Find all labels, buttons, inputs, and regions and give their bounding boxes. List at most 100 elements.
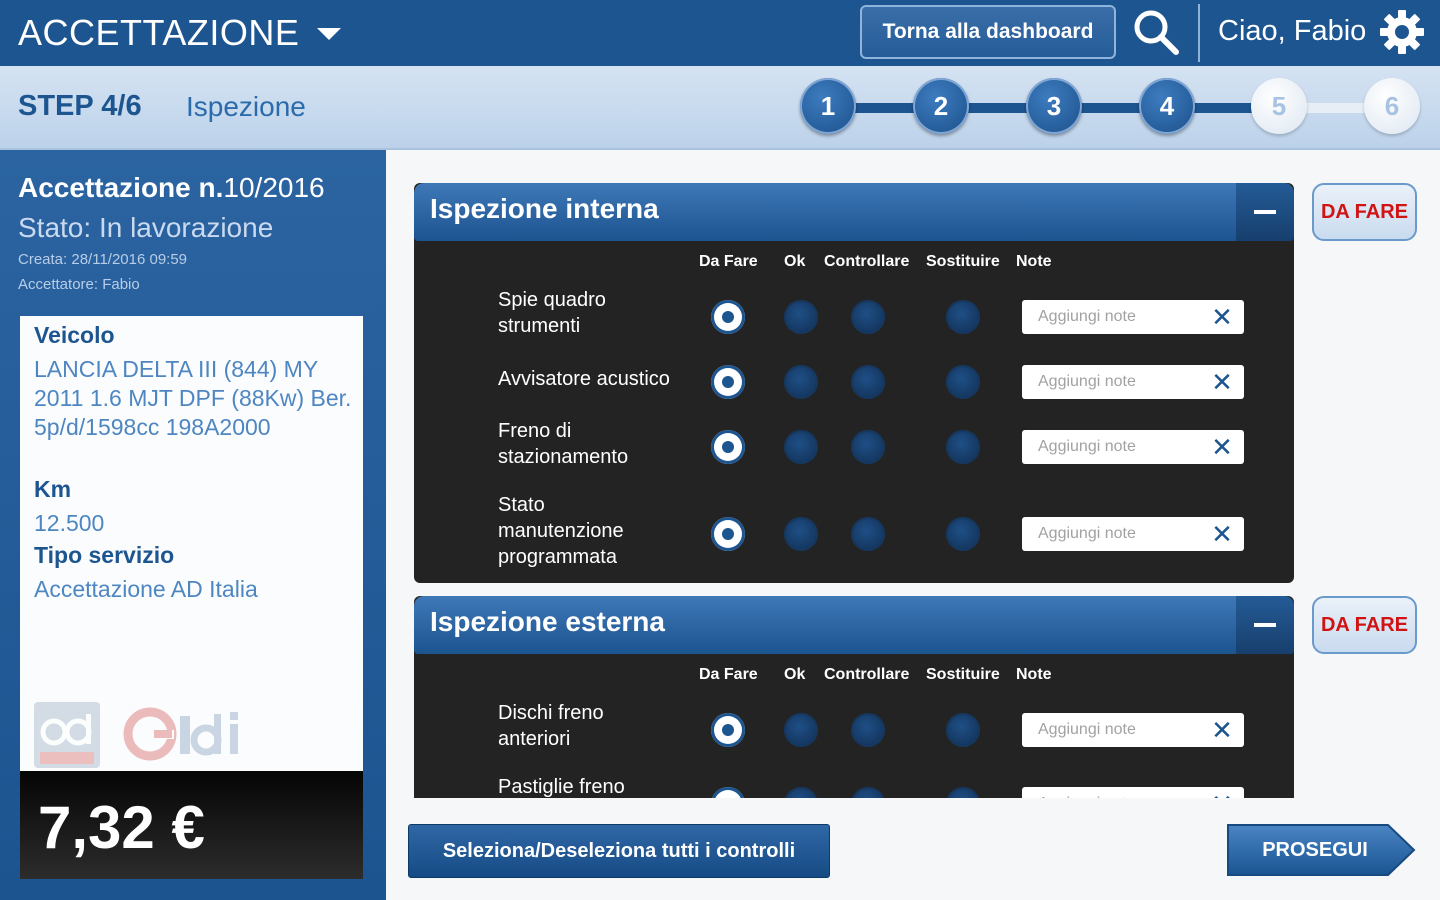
radio-sostituire[interactable] (946, 365, 980, 399)
radio-ok[interactable] (784, 365, 818, 399)
note-field: ✕ (1022, 787, 1244, 798)
close-icon[interactable]: ✕ (1210, 369, 1234, 395)
step-3[interactable]: 3 (1026, 78, 1082, 134)
dashboard-button[interactable]: Torna alla dashboard (860, 5, 1116, 59)
column-header-da-fare: Da Fare (699, 666, 758, 683)
radio-da-fare[interactable] (711, 787, 745, 798)
radio-sostituire[interactable] (946, 787, 980, 798)
app-menu[interactable]: ACCETTAZIONE (18, 12, 342, 54)
step-5[interactable]: 5 (1251, 78, 1307, 134)
proceed-button[interactable]: PROSEGUI (1226, 823, 1416, 877)
partner-logos (34, 702, 238, 768)
step-6[interactable]: 6 (1364, 78, 1420, 134)
close-icon[interactable]: ✕ (1210, 521, 1234, 547)
radio-sostituire[interactable] (946, 300, 980, 334)
user-greeting: Ciao, Fabio (1218, 15, 1367, 47)
main-content: Ispezione interna Da Fare Ok Controllare… (386, 150, 1440, 900)
km-label: Km (34, 476, 72, 502)
inspection-scroll-area[interactable]: Ispezione interna Da Fare Ok Controllare… (414, 183, 1294, 798)
row-label: Spie quadro strumenti (498, 289, 606, 337)
vehicle-label: Veicolo (34, 322, 115, 348)
radio-da-fare[interactable] (711, 713, 745, 747)
step-1[interactable]: 1 (800, 78, 856, 134)
step-4[interactable]: 4 (1139, 78, 1195, 134)
radio-ok[interactable] (784, 787, 818, 798)
acceptance-title-prefix: Accettazione n. (18, 172, 224, 203)
proceed-label: PROSEGUI (1262, 838, 1368, 861)
note-input[interactable] (1022, 300, 1202, 334)
note-field: ✕ (1022, 713, 1244, 747)
minus-icon (1254, 210, 1276, 214)
step-bar: STEP 4/6 Ispezione 1 2 3 4 5 6 (0, 66, 1440, 150)
select-all-button[interactable]: Seleziona/Deseleziona tutti i controlli (408, 824, 830, 878)
service-value: Accettazione AD Italia (34, 576, 258, 602)
divider (1198, 4, 1200, 62)
panel-header: Ispezione interna (414, 183, 1294, 241)
operator-name: Accettatore: Fabio (18, 276, 140, 293)
radio-sostituire[interactable] (946, 517, 980, 551)
row-label: Pastiglie freno (498, 776, 625, 798)
panel-title: Ispezione esterna (430, 606, 665, 637)
note-input[interactable] (1022, 713, 1202, 747)
close-icon[interactable]: ✕ (1210, 304, 1234, 330)
note-field: ✕ (1022, 365, 1244, 399)
note-input[interactable] (1022, 365, 1202, 399)
radio-controllare[interactable] (851, 713, 885, 747)
radio-controllare[interactable] (851, 300, 885, 334)
step-2[interactable]: 2 (913, 78, 969, 134)
km-value: 12.500 (34, 510, 105, 536)
created-date: Creata: 28/11/2016 09:59 (18, 251, 188, 268)
top-bar: ACCETTAZIONE Torna alla dashboard Ciao, … (0, 0, 1440, 66)
note-input[interactable] (1022, 430, 1202, 464)
radio-controllare[interactable] (851, 517, 885, 551)
column-header-note: Note (1016, 253, 1052, 270)
radio-da-fare[interactable] (711, 430, 745, 464)
panel-title: Ispezione interna (430, 193, 659, 224)
note-input[interactable] (1022, 517, 1202, 551)
close-icon[interactable]: ✕ (1210, 717, 1234, 743)
collapse-button[interactable] (1236, 183, 1294, 241)
row-label: Stato manutenzione programmata (498, 494, 624, 568)
acceptance-number: 10/2016 (223, 172, 325, 203)
column-header-controllare: Controllare (824, 666, 910, 683)
radio-controllare[interactable] (851, 365, 885, 399)
panel-header: Ispezione esterna (414, 596, 1294, 654)
radio-controllare[interactable] (851, 430, 885, 464)
column-header-note: Note (1016, 666, 1052, 683)
search-icon[interactable] (1130, 6, 1182, 58)
gear-icon[interactable] (1378, 8, 1426, 56)
column-header-ok: Ok (784, 666, 806, 683)
column-header-da-fare: Da Fare (699, 253, 758, 270)
step-name: Ispezione (186, 91, 306, 122)
collapse-button[interactable] (1236, 596, 1294, 654)
note-field: ✕ (1022, 430, 1244, 464)
note-input[interactable] (1022, 787, 1202, 798)
radio-ok[interactable] (784, 300, 818, 334)
radio-ok[interactable] (784, 430, 818, 464)
step-counter: STEP 4/6 (18, 90, 142, 122)
radio-da-fare[interactable] (711, 365, 745, 399)
close-icon[interactable]: ✕ (1210, 434, 1234, 460)
price-total: 7,32 € (20, 771, 363, 879)
status-badge: DA FARE (1312, 596, 1417, 654)
radio-sostituire[interactable] (946, 713, 980, 747)
row-label: Dischi freno anteriori (498, 702, 604, 750)
column-header-ok: Ok (784, 253, 806, 270)
acceptance-title: Accettazione n.10/2016 (18, 172, 325, 204)
radio-ok[interactable] (784, 713, 818, 747)
row-label: Freno di stazionamento (498, 420, 629, 468)
panel-ispezione-interna: Ispezione interna Da Fare Ok Controllare… (414, 183, 1294, 583)
radio-sostituire[interactable] (946, 430, 980, 464)
app-title: ACCETTAZIONE (18, 12, 300, 53)
radio-controllare[interactable] (851, 787, 885, 798)
chevron-down-icon (317, 28, 342, 40)
minus-icon (1254, 623, 1276, 627)
close-icon[interactable]: ✕ (1210, 791, 1234, 798)
acceptance-state: Stato: In lavorazione (18, 212, 274, 243)
radio-da-fare[interactable] (711, 300, 745, 334)
radio-ok[interactable] (784, 517, 818, 551)
radio-da-fare[interactable] (711, 517, 745, 551)
row-label: Avvisatore acustico (498, 368, 670, 390)
column-header-sostituire: Sostituire (926, 253, 1000, 270)
note-field: ✕ (1022, 300, 1244, 334)
